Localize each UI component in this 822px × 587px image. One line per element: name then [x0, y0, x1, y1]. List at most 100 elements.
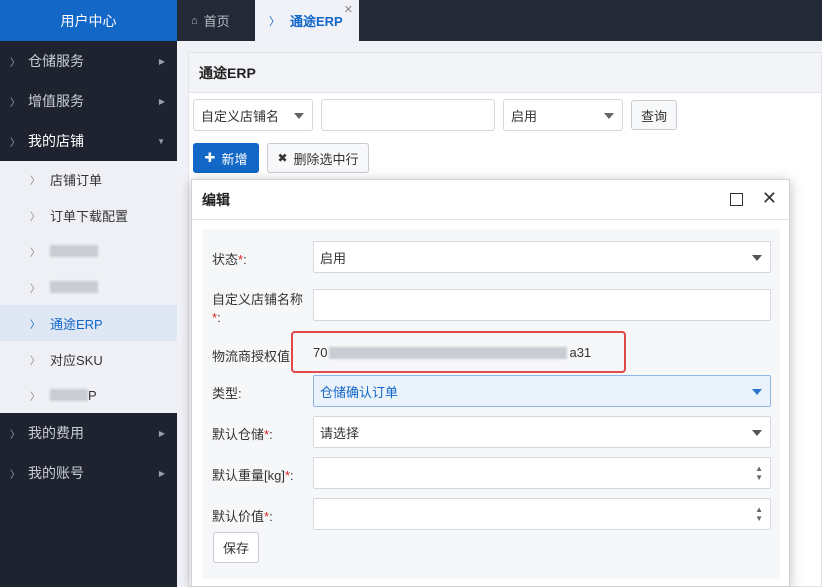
edit-dialog: 编辑 ✕ 状态*: 启用 自定义店铺名称 *: 物流商授权值: 70 a31 类…	[191, 179, 790, 587]
plus-icon: ✚	[204, 150, 216, 165]
submenu-item-shop-orders[interactable]: 〉 店铺订单	[0, 161, 177, 197]
label-text: 自定义店铺名称	[212, 292, 304, 307]
chevron-right-icon: 〉	[30, 247, 40, 259]
select-value: 仓储确认订单	[320, 384, 399, 400]
submenu-item-redacted-3[interactable]: 〉 P	[0, 377, 177, 413]
label-text: 默认重量[kg]	[212, 468, 285, 483]
select-value: 自定义店铺名	[201, 108, 280, 124]
type-select[interactable]: 仓储确认订单	[313, 375, 771, 407]
submenu-item-label: P	[88, 387, 97, 403]
status-select[interactable]: 启用	[313, 241, 771, 273]
redacted-label	[50, 245, 98, 257]
tab-tongtu-erp[interactable]: 〉 通途ERP ✕	[255, 0, 359, 41]
brand-title: 用户中心	[0, 0, 177, 41]
label-colon: :	[243, 252, 247, 267]
redacted-label	[50, 281, 98, 293]
sidebar-item-my-fees[interactable]: 〉 我的费用 ▶	[0, 413, 177, 453]
close-tab-icon[interactable]: ✕	[344, 3, 353, 16]
add-button[interactable]: ✚ 新增	[193, 143, 259, 173]
submenu-item-label: 订单下载配置	[50, 208, 129, 224]
chevron-right-icon: 〉	[30, 283, 40, 295]
close-icon[interactable]: ✕	[762, 189, 777, 207]
page-title: 通途ERP	[189, 53, 821, 93]
sidebar-item-label: 我的费用	[28, 425, 84, 441]
tab-label: 通途ERP	[290, 14, 343, 29]
submenu-item-redacted-1[interactable]: 〉	[0, 233, 177, 269]
tab-bar: ⌂ 首页 〉 通途ERP ✕	[177, 0, 822, 41]
caret-right-icon: ▶	[158, 468, 165, 478]
auth-label: 物流商授权值:	[212, 349, 294, 364]
save-button[interactable]: 保存	[213, 532, 259, 563]
chevron-right-icon: 〉	[10, 429, 20, 441]
caret-down-icon	[752, 255, 762, 261]
status-label: 状态*:	[212, 249, 247, 268]
select-value: 启用	[511, 108, 538, 124]
sidebar-item-label: 增值服务	[28, 93, 84, 109]
chevron-right-icon: 〉	[30, 355, 40, 367]
shop-name-input[interactable]	[313, 289, 771, 321]
warehouse-select[interactable]: 请选择	[313, 416, 771, 448]
caret-right-icon: ▶	[158, 96, 165, 106]
caret-down-icon: ▼	[157, 136, 165, 146]
caret-down-icon	[752, 430, 762, 436]
value-label: 默认价值*:	[212, 506, 273, 525]
query-button[interactable]: 查询	[631, 100, 677, 130]
redacted-label	[50, 389, 88, 401]
weight-input[interactable]: ▲ ▼	[313, 457, 771, 489]
dialog-title: 编辑	[202, 191, 230, 208]
caret-down-icon	[752, 389, 762, 395]
submenu-item-label: 对应SKU	[50, 352, 103, 368]
chevron-right-icon: 〉	[30, 391, 40, 403]
type-label: 类型:	[212, 386, 242, 401]
maximize-icon[interactable]	[730, 193, 743, 206]
status-filter-select[interactable]: 启用	[503, 99, 623, 131]
submenu-item-redacted-2[interactable]: 〉	[0, 269, 177, 305]
label-colon: :	[290, 468, 294, 483]
submenu-item-tongtu-erp[interactable]: 〉 通途ERP	[0, 305, 177, 341]
label-colon: :	[269, 509, 273, 524]
add-button-label: 新增	[221, 151, 248, 167]
sidebar-item-value-added[interactable]: 〉 增值服务 ▶	[0, 81, 177, 121]
warehouse-label: 默认仓储*:	[212, 424, 273, 443]
select-value: 请选择	[320, 425, 360, 441]
submenu-item-download-config[interactable]: 〉 订单下载配置	[0, 197, 177, 233]
caret-down-icon	[294, 113, 304, 119]
close-icon: ✖	[277, 151, 288, 165]
caret-down-icon	[604, 113, 614, 119]
sidebar-item-label: 仓储服务	[28, 53, 84, 69]
dialog-form: 状态*: 启用 自定义店铺名称 *: 物流商授权值: 70 a31 类型: 仓储…	[202, 229, 780, 579]
tab-home[interactable]: ⌂ 首页	[177, 0, 254, 41]
keyword-input[interactable]	[321, 99, 495, 131]
chevron-right-icon: 〉	[10, 137, 20, 149]
submenu-item-label: 通途ERP	[50, 316, 103, 332]
sidebar-item-my-shops[interactable]: 〉 我的店铺 ▼	[0, 121, 177, 161]
chevron-right-icon: 〉	[10, 97, 20, 109]
tab-label: 首页	[203, 14, 230, 29]
value-input[interactable]: ▲ ▼	[313, 498, 771, 530]
caret-right-icon: ▶	[158, 56, 165, 66]
chevron-right-icon: 〉	[30, 319, 40, 331]
chevron-right-icon: 〉	[30, 211, 40, 223]
sidebar-item-my-account[interactable]: 〉 我的账号 ▶	[0, 453, 177, 493]
submenu-my-shops: 〉 店铺订单 〉 订单下载配置 〉 〉 〉 通途ERP 〉 对应SKU 〉 P	[0, 161, 177, 413]
home-icon: ⌂	[191, 14, 198, 27]
sidebar-item-label: 我的店铺	[28, 133, 84, 149]
label-text: 默认仓储	[212, 427, 265, 442]
sidebar: 用户中心 〉 仓储服务 ▶ 〉 增值服务 ▶ 〉 我的店铺 ▼ 〉 店铺订单 〉…	[0, 0, 177, 587]
dialog-header: 编辑 ✕	[192, 180, 789, 220]
label-text: 默认价值	[212, 509, 265, 524]
submenu-item-sku[interactable]: 〉 对应SKU	[0, 341, 177, 377]
chevron-right-icon: 〉	[30, 175, 40, 187]
delete-button-label: 删除选中行	[293, 151, 359, 167]
shop-name-filter-select[interactable]: 自定义店铺名	[193, 99, 313, 131]
sidebar-item-warehouse[interactable]: 〉 仓储服务 ▶	[0, 41, 177, 81]
weight-label: 默认重量[kg]*:	[212, 465, 294, 484]
label-colon: :	[269, 427, 273, 442]
spinner-icon[interactable]: ▲ ▼	[755, 464, 763, 482]
chevron-right-icon: 〉	[10, 57, 20, 69]
sidebar-item-label: 我的账号	[28, 465, 84, 481]
caret-right-icon: ▶	[158, 428, 165, 438]
delete-selected-button[interactable]: ✖ 删除选中行	[267, 143, 369, 173]
highlight-annotation-box	[291, 331, 626, 373]
spinner-icon[interactable]: ▲ ▼	[755, 505, 763, 523]
